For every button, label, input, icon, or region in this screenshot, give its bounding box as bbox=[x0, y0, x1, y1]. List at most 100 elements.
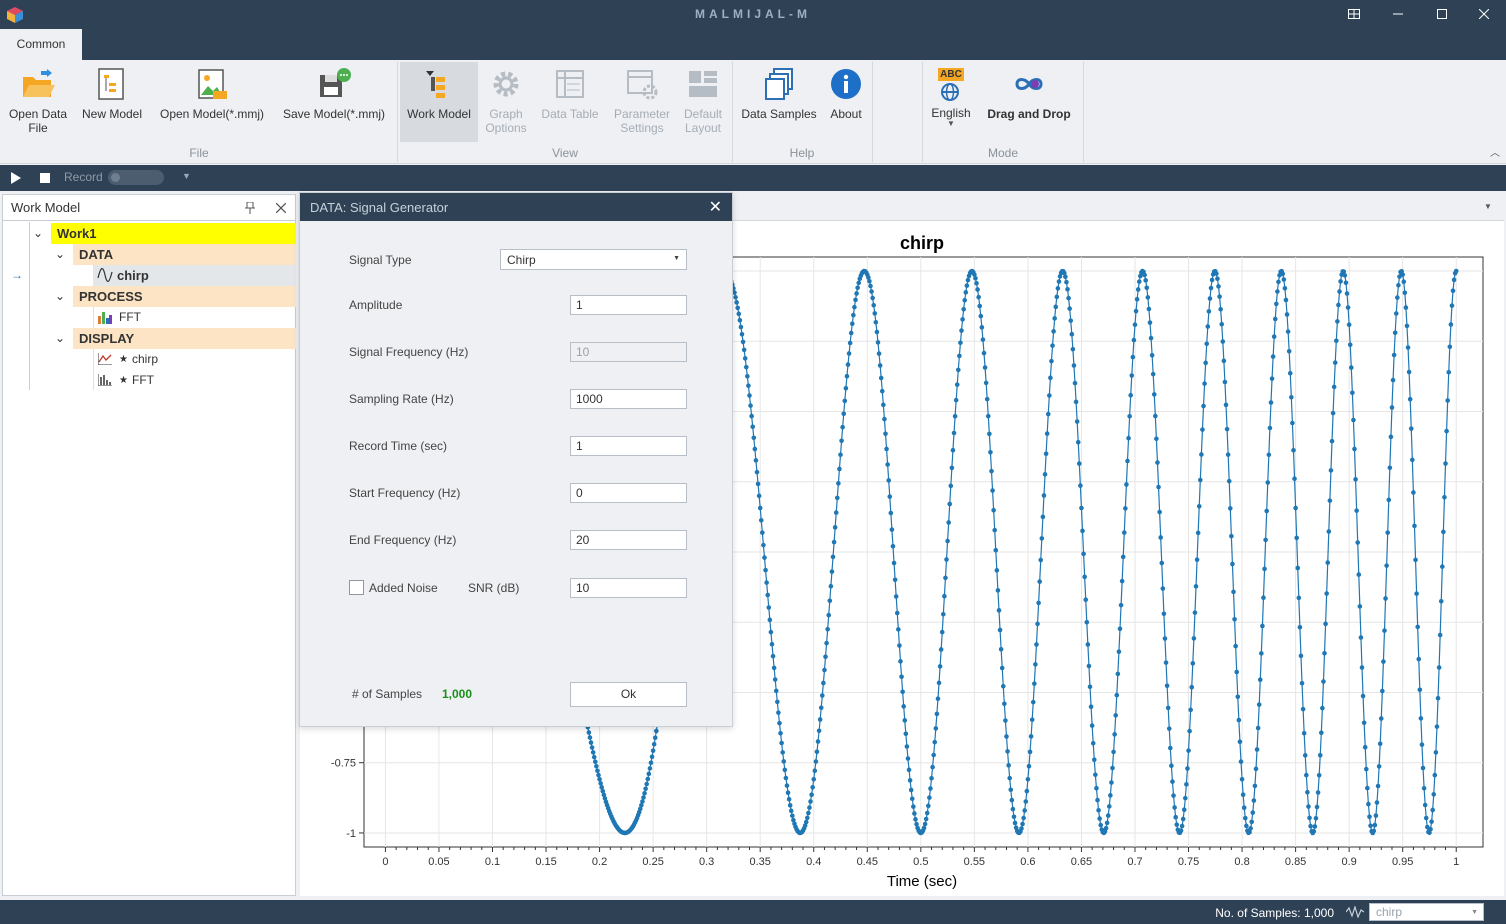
drag-and-drop-button[interactable]: Drag and Drop bbox=[980, 62, 1078, 142]
chirp-point bbox=[1325, 560, 1331, 565]
tree-item-work1[interactable]: Work1 bbox=[51, 223, 296, 244]
drag-and-drop-label: Drag and Drop bbox=[987, 107, 1071, 121]
ok-button[interactable]: Ok bbox=[570, 682, 687, 707]
tree-item-chirp-display[interactable]: ★ chirp bbox=[93, 349, 296, 370]
chirp-point bbox=[1214, 271, 1219, 276]
expand-icon[interactable]: ⌄ bbox=[55, 244, 65, 265]
chirp-point bbox=[1360, 693, 1366, 699]
open-model-button[interactable]: Open Model(*.mmj) bbox=[154, 62, 270, 142]
chirp-point bbox=[927, 795, 932, 800]
play-icon[interactable] bbox=[10, 171, 22, 185]
samples-status: No. of Samples: 1,000 bbox=[1215, 906, 1334, 920]
chirp-point bbox=[1259, 651, 1264, 656]
chirp-point bbox=[852, 304, 857, 310]
chirp-point bbox=[1413, 557, 1418, 563]
chirp-point bbox=[647, 766, 653, 771]
tree-item-fft-display[interactable]: ★ FFT bbox=[93, 370, 296, 391]
file-group-label: File bbox=[189, 146, 209, 160]
chirp-point bbox=[957, 353, 962, 359]
chirp-point bbox=[1191, 636, 1197, 641]
chirp-point bbox=[1357, 604, 1363, 609]
chirp-point bbox=[1302, 753, 1308, 758]
graph-options-button[interactable]: Graph Options bbox=[478, 62, 534, 142]
chirp-point bbox=[885, 462, 890, 467]
expand-icon[interactable]: ⌄ bbox=[33, 223, 43, 244]
chirp-point bbox=[736, 311, 742, 317]
chirp-point bbox=[1049, 358, 1054, 364]
data-samples-button[interactable]: Data Samples bbox=[738, 62, 820, 142]
x-tick-label: 0.45 bbox=[857, 856, 878, 868]
chevron-down-icon[interactable]: ▼ bbox=[182, 171, 191, 181]
chirp-point bbox=[1332, 360, 1338, 365]
tab-common[interactable]: Common bbox=[0, 29, 82, 60]
data-table-button[interactable]: Data Table bbox=[536, 62, 604, 142]
close-icon[interactable] bbox=[276, 203, 286, 213]
chevron-down-icon[interactable]: ▼ bbox=[1484, 202, 1492, 211]
chirp-point bbox=[1386, 497, 1392, 503]
end-frequency-field[interactable] bbox=[570, 530, 687, 550]
chirp-point bbox=[1203, 360, 1208, 366]
chirp-point bbox=[993, 547, 999, 553]
chirp-point bbox=[1327, 498, 1333, 503]
expand-icon[interactable]: ⌄ bbox=[55, 286, 65, 307]
signal-type-select[interactable]: Chirp ▼ bbox=[500, 249, 687, 270]
snr-field[interactable] bbox=[570, 578, 687, 598]
record-time-field[interactable] bbox=[570, 436, 687, 456]
language-dropdown[interactable]: ABC English ▼ bbox=[926, 62, 976, 142]
chirp-point bbox=[867, 278, 872, 284]
series-select[interactable]: chirp ▼ bbox=[1369, 903, 1484, 921]
chirp-point bbox=[1282, 285, 1288, 291]
star-icon: ★ bbox=[119, 375, 128, 386]
chirp-point bbox=[1299, 680, 1305, 686]
new-model-button[interactable]: New Model bbox=[78, 62, 146, 142]
sampling-rate-field[interactable] bbox=[570, 389, 687, 409]
chirp-point bbox=[766, 605, 772, 610]
chirp-point bbox=[1372, 822, 1378, 828]
parameter-settings-button[interactable]: Parameter Settings bbox=[608, 62, 676, 142]
save-model-button[interactable]: Save Model(*.mmj) bbox=[278, 62, 390, 142]
chirp-point bbox=[1069, 331, 1075, 337]
tree-group-data[interactable]: DATA bbox=[73, 244, 296, 265]
tree-item-fft-process[interactable]: FFT bbox=[93, 307, 296, 328]
maximize-button[interactable] bbox=[1420, 0, 1464, 29]
chirp-point bbox=[1201, 403, 1206, 409]
close-window-button[interactable] bbox=[1462, 0, 1506, 29]
tree-group-process[interactable]: PROCESS bbox=[73, 286, 296, 307]
chirp-point bbox=[905, 756, 911, 761]
chirp-point bbox=[958, 340, 963, 346]
chirp-point bbox=[1196, 504, 1202, 509]
about-button[interactable]: About bbox=[822, 62, 870, 142]
pin-icon[interactable] bbox=[245, 202, 255, 214]
chirp-point bbox=[1401, 279, 1407, 285]
chirp-point bbox=[1064, 279, 1069, 285]
chirp-point bbox=[747, 393, 752, 398]
chirp-point bbox=[855, 285, 860, 291]
work-model-button[interactable]: Work Model bbox=[400, 62, 478, 142]
start-frequency-field[interactable] bbox=[570, 483, 687, 503]
added-noise-checkbox[interactable] bbox=[349, 580, 364, 595]
signal-frequency-field[interactable] bbox=[570, 342, 687, 362]
chirp-point bbox=[1377, 741, 1383, 747]
tree-item-chirp-data[interactable]: chirp bbox=[93, 265, 296, 286]
chirp-point bbox=[746, 383, 751, 389]
chirp-point bbox=[1032, 681, 1037, 686]
chirp-point bbox=[965, 277, 971, 283]
chirp-point bbox=[844, 373, 850, 379]
chirp-point bbox=[771, 665, 777, 671]
amplitude-field[interactable] bbox=[570, 295, 687, 315]
restore-layout-icon[interactable] bbox=[1332, 0, 1376, 29]
expand-icon[interactable]: ⌄ bbox=[55, 328, 65, 349]
tree-group-display[interactable]: DISPLAY bbox=[73, 328, 296, 349]
chirp-point bbox=[1237, 739, 1243, 745]
close-icon[interactable]: ✕ bbox=[709, 197, 722, 217]
open-data-file-button[interactable]: Open Data File bbox=[4, 62, 72, 142]
record-toggle[interactable] bbox=[108, 170, 164, 185]
chirp-point bbox=[1190, 661, 1196, 666]
stop-icon[interactable] bbox=[39, 172, 51, 184]
chirp-point bbox=[911, 804, 916, 809]
default-layout-button[interactable]: Default Layout bbox=[676, 62, 730, 142]
chirp-point bbox=[649, 754, 655, 760]
minimize-button[interactable] bbox=[1376, 0, 1420, 29]
collapse-ribbon-icon[interactable]: ︿ bbox=[1490, 144, 1500, 159]
chirp-point bbox=[995, 588, 1001, 593]
